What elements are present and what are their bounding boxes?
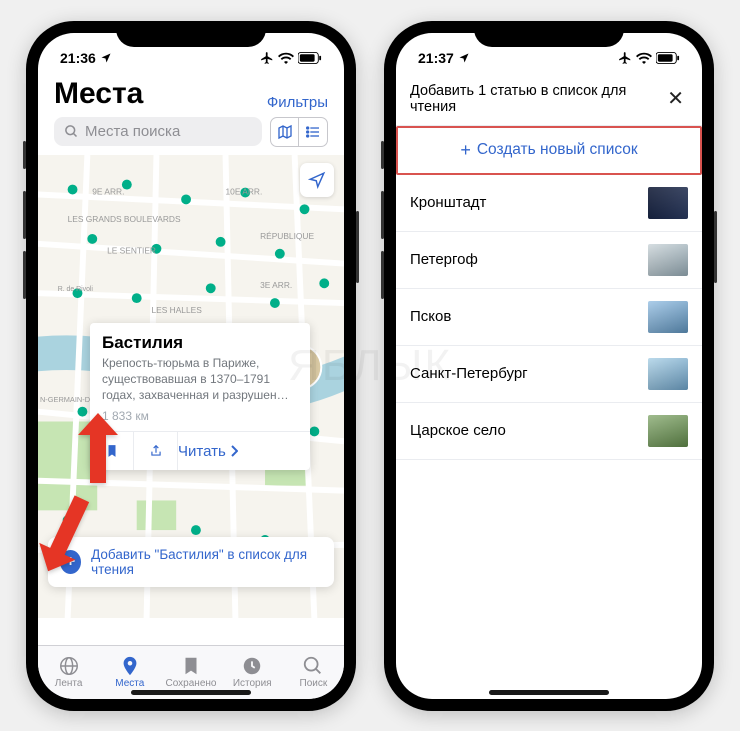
close-button[interactable]: ✕ [663, 86, 688, 111]
svg-text:RÉPUBLIQUE: RÉPUBLIQUE [260, 230, 314, 240]
arrow-annotation-bottom [38, 495, 98, 580]
list-thumbnail [648, 187, 688, 219]
list-thumbnail [648, 244, 688, 276]
search-input[interactable]: Места поиска [54, 117, 262, 146]
reading-lists: Кронштадт Петергоф Псков Санкт-Петербург… [396, 175, 702, 699]
list-thumbnail [648, 301, 688, 333]
create-label: Создать новый список [477, 141, 638, 159]
share-button[interactable] [134, 432, 178, 470]
phone-left: 21:36 Места Фильтры Места поиска [26, 21, 356, 711]
card-distance: 1 833 км [102, 409, 298, 423]
tab-feed[interactable]: Лента [38, 646, 99, 699]
list-item[interactable]: Петергоф [396, 232, 702, 289]
list-item-label: Псков [410, 308, 451, 325]
list-item-label: Петергоф [410, 251, 478, 268]
pin-icon [119, 655, 141, 677]
svg-text:10E ARR.: 10E ARR. [226, 186, 263, 196]
read-button[interactable]: Читать [178, 432, 238, 470]
search-icon [64, 124, 79, 139]
wifi-icon [278, 52, 294, 64]
tab-search[interactable]: Поиск [283, 646, 344, 699]
list-item[interactable]: Санкт-Петербург [396, 346, 702, 403]
battery-icon [298, 52, 322, 64]
card-title: Бастилия [102, 333, 298, 353]
locate-button[interactable] [300, 163, 334, 197]
wifi-icon [636, 52, 652, 64]
location-icon [308, 171, 326, 189]
page-title: Места [54, 77, 143, 111]
svg-text:3E ARR.: 3E ARR. [260, 280, 292, 290]
location-arrow-icon [100, 52, 112, 64]
airplane-icon [260, 51, 274, 65]
view-toggle[interactable] [270, 117, 328, 147]
card-description: Крепость-тюрьма в Париже, существовавшая… [102, 355, 298, 404]
svg-text:LE SENTIER: LE SENTIER [107, 245, 156, 255]
list-view-icon[interactable] [299, 118, 327, 146]
svg-text:LES HALLES: LES HALLES [152, 304, 203, 314]
list-item-label: Царское село [410, 422, 506, 439]
status-time: 21:36 [60, 50, 96, 66]
phone-right: 21:37 Добавить 1 статью в список для чте… [384, 21, 714, 711]
sheet-title: Добавить 1 статью в список для чтения [410, 83, 663, 115]
share-icon [149, 443, 163, 459]
search-tab-icon [302, 655, 324, 677]
battery-icon [656, 52, 680, 64]
chevron-right-icon [230, 445, 238, 457]
snackbar-text: Добавить "Бастилия" в список для чтения [91, 547, 322, 577]
notch [116, 21, 266, 47]
notch [474, 21, 624, 47]
search-placeholder: Места поиска [85, 123, 180, 140]
plus-icon: + [460, 140, 471, 161]
airplane-icon [618, 51, 632, 65]
svg-text:R. de Rivoli: R. de Rivoli [58, 286, 94, 293]
filters-link[interactable]: Фильтры [267, 94, 328, 111]
home-indicator[interactable] [489, 690, 609, 695]
list-thumbnail [648, 415, 688, 447]
svg-text:LES GRANDS BOULEVARDS: LES GRANDS BOULEVARDS [68, 214, 181, 224]
status-time: 21:37 [418, 50, 454, 66]
list-item-label: Санкт-Петербург [410, 365, 528, 382]
map[interactable]: 9E ARR. LES GRANDS BOULEVARDS LE SENTIER… [38, 155, 344, 645]
list-item[interactable]: Псков [396, 289, 702, 346]
arrow-annotation-top [66, 413, 126, 488]
svg-text:9E ARR.: 9E ARR. [92, 186, 124, 196]
globe-icon [58, 655, 80, 677]
list-item-label: Кронштадт [410, 194, 486, 211]
list-thumbnail [648, 358, 688, 390]
location-arrow-icon [458, 52, 470, 64]
home-indicator[interactable] [131, 690, 251, 695]
map-view-icon[interactable] [271, 118, 299, 146]
clock-icon [241, 655, 263, 677]
list-item[interactable]: Царское село [396, 403, 702, 460]
sheet-header: Добавить 1 статью в список для чтения ✕ [396, 73, 702, 126]
list-item[interactable]: Кронштадт [396, 175, 702, 232]
create-new-list-button[interactable]: + Создать новый список [396, 126, 702, 175]
bookmark-tab-icon [180, 655, 202, 677]
